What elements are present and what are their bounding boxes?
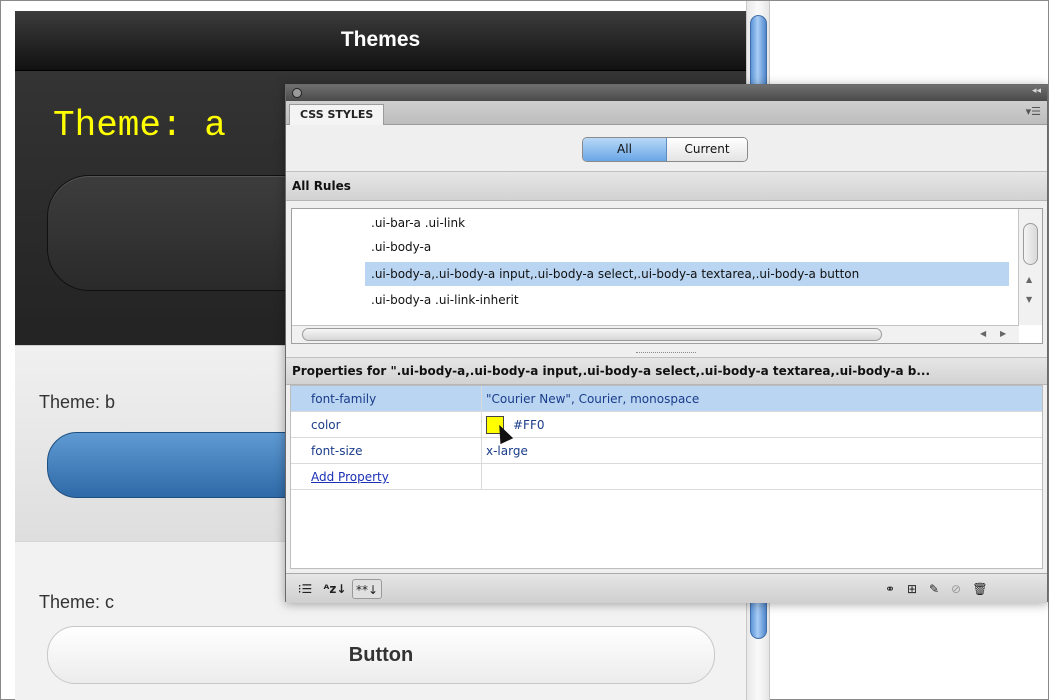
- theme-c-button[interactable]: Button: [47, 626, 715, 684]
- all-rules-header[interactable]: All Rules: [286, 171, 1047, 201]
- app-frame: Themes Theme: a Theme: b Theme: c Button…: [0, 0, 1049, 700]
- page-header: Themes: [15, 11, 746, 71]
- rule-item-selected[interactable]: .ui-body-a,.ui-body-a input,.ui-body-a s…: [365, 262, 1009, 286]
- column-divider: [481, 438, 482, 464]
- properties-header: Properties for ".ui-body-a,.ui-body-a in…: [286, 357, 1047, 385]
- attach-style-sheet-icon[interactable]: ⚭: [880, 579, 900, 599]
- css-styles-panel: ◂◂ CSS STYLES ▾☰ All Current All Rules .…: [285, 84, 1048, 603]
- theme-c-label: Theme: c: [39, 592, 115, 612]
- disable-property-icon[interactable]: ⊘: [946, 579, 966, 599]
- collapse-icon[interactable]: ◂◂: [1032, 86, 1041, 96]
- list-category-icon[interactable]: ⁝☰: [294, 579, 316, 599]
- close-icon[interactable]: [292, 88, 302, 98]
- column-divider: [481, 412, 482, 438]
- property-value[interactable]: x-large: [486, 438, 528, 464]
- property-row[interactable]: Add Property: [291, 464, 1042, 490]
- property-value[interactable]: #FF0: [513, 412, 545, 438]
- panel-tabbar: CSS STYLES ▾☰: [286, 101, 1047, 126]
- panel-titlebar[interactable]: ◂◂: [286, 85, 1047, 101]
- rules-horizontal-scrollbar[interactable]: ◀ ▶: [292, 325, 1019, 343]
- sort-alpha-icon[interactable]: ᴬz↓: [322, 579, 348, 599]
- rules-vertical-scrollbar[interactable]: ▲ ▼: [1018, 209, 1042, 325]
- pane-splitter[interactable]: [636, 352, 696, 354]
- theme-b-label: Theme: b: [39, 392, 116, 412]
- mode-current-button[interactable]: Current: [667, 138, 747, 161]
- rules-horizontal-thumb[interactable]: [302, 328, 882, 341]
- column-divider: [481, 464, 482, 490]
- panel-footer-toolbar: ⁝☰ ᴬz↓ **↓ ⚭ ⊞ ✎ ⊘ 🗑: [286, 573, 1047, 603]
- rule-item[interactable]: .ui-body-a: [367, 235, 435, 259]
- property-row[interactable]: font-family "Courier New", Courier, mono…: [291, 386, 1042, 412]
- scroll-left-arrow-icon[interactable]: ◀: [980, 329, 986, 338]
- rules-list: .ui-bar-a .ui-link .ui-body-a .ui-body-a…: [292, 209, 1019, 325]
- rule-item[interactable]: .ui-body-a .ui-link-inherit: [367, 288, 523, 312]
- property-name: font-family: [311, 392, 377, 406]
- property-row[interactable]: color #FF0: [291, 412, 1042, 445]
- rule-item[interactable]: .ui-bar-a .ui-link: [367, 211, 469, 235]
- column-divider: [481, 386, 482, 412]
- trash-icon[interactable]: 🗑: [970, 579, 990, 599]
- property-name: font-size: [311, 444, 363, 458]
- view-mode-toggle: All Current: [582, 137, 748, 162]
- property-name: color: [311, 418, 341, 432]
- panel-body: All Current All Rules .ui-bar-a .ui-link…: [286, 125, 1047, 603]
- mode-all-button[interactable]: All: [583, 138, 667, 161]
- property-row[interactable]: font-size x-large: [291, 438, 1042, 464]
- scroll-right-arrow-icon[interactable]: ▶: [1000, 329, 1006, 338]
- rules-scroll-thumb[interactable]: [1023, 223, 1038, 265]
- property-value[interactable]: "Courier New", Courier, monospace: [486, 386, 699, 412]
- edit-rule-icon[interactable]: ✎: [924, 579, 944, 599]
- panel-options-menu-icon[interactable]: ▾☰: [1026, 105, 1041, 118]
- new-css-rule-icon[interactable]: ⊞: [902, 579, 922, 599]
- theme-a-label: Theme: a: [53, 105, 226, 146]
- tab-css-styles[interactable]: CSS STYLES: [289, 104, 385, 126]
- scroll-down-arrow-icon[interactable]: ▼: [1026, 295, 1032, 304]
- rules-list-box: .ui-bar-a .ui-link .ui-body-a .ui-body-a…: [291, 208, 1043, 344]
- add-property-link[interactable]: Add Property: [311, 464, 389, 490]
- scroll-up-arrow-icon[interactable]: ▲: [1026, 275, 1032, 284]
- show-set-properties-icon[interactable]: **↓: [352, 579, 382, 599]
- properties-table: font-family "Courier New", Courier, mono…: [290, 385, 1043, 569]
